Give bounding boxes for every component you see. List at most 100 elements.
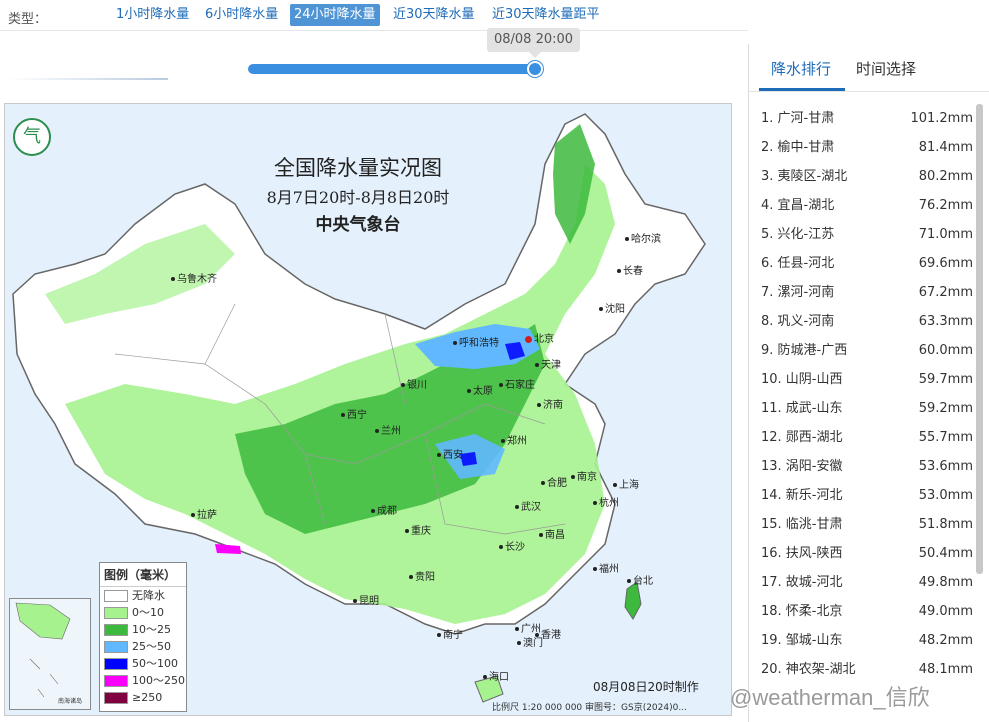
ranking-row[interactable]: 16. 扶风-陕西 50.4mm bbox=[761, 539, 973, 568]
legend-swatch bbox=[104, 640, 128, 653]
ranking-station: 16. 扶风-陕西 bbox=[761, 546, 843, 561]
ranking-row[interactable]: 9. 防城港-广西 60.0mm bbox=[761, 336, 973, 365]
city-label: 西安 bbox=[437, 446, 463, 461]
ranking-station: 6. 任县-河北 bbox=[761, 256, 835, 271]
ranking-value: 60.0mm bbox=[918, 343, 973, 358]
map-title: 全国降水量实况图 bbox=[274, 156, 442, 180]
ranking-value: 69.6mm bbox=[918, 256, 973, 271]
city-label: 南宁 bbox=[437, 626, 463, 641]
taiwan-island bbox=[624, 581, 642, 620]
ranking-station: 7. 漯河-河南 bbox=[761, 285, 835, 300]
active-tab-indicator bbox=[759, 88, 845, 91]
ranking-station: 15. 临洮-甘肃 bbox=[761, 517, 843, 532]
legend-swatch bbox=[104, 623, 128, 636]
time-tooltip: 08/08 20:00 bbox=[487, 28, 580, 58]
time-slider-row bbox=[0, 30, 748, 90]
ranking-value: 59.2mm bbox=[918, 401, 973, 416]
city-label: 长春 bbox=[617, 262, 643, 277]
legend-label: 50～100 bbox=[132, 657, 178, 670]
city-label: 贵阳 bbox=[409, 568, 435, 583]
city-label: 天津 bbox=[535, 356, 561, 371]
ranking-row[interactable]: 7. 漯河-河南 67.2mm bbox=[761, 278, 973, 307]
ranking-value: 81.4mm bbox=[918, 140, 973, 155]
city-label-capital: 北京 bbox=[525, 330, 554, 345]
legend-label: 0～10 bbox=[132, 606, 164, 619]
side-panel: 降水排行 时间选择 1. 广河-甘肃 101.2mm 2. 榆中-甘肃 81.4mm… bbox=[748, 44, 989, 722]
ranking-row[interactable]: 15. 临洮-甘肃 51.8mm bbox=[761, 510, 973, 539]
ranking-value: 49.0mm bbox=[918, 604, 973, 619]
ranking-row[interactable]: 19. 邹城-山东 48.2mm bbox=[761, 626, 973, 655]
city-label: 台北 bbox=[627, 572, 653, 587]
ranking-row[interactable]: 4. 宜昌-湖北 76.2mm bbox=[761, 191, 973, 220]
legend-item: 50～100 bbox=[100, 655, 186, 672]
city-label: 武汉 bbox=[515, 498, 541, 513]
tab-30d-anomaly[interactable]: 近30天降水量距平 bbox=[488, 4, 604, 26]
ranking-value: 53.0mm bbox=[918, 488, 973, 503]
panel-tabs: 降水排行 时间选择 bbox=[749, 44, 989, 92]
ranking-row[interactable]: 5. 兴化-江苏 71.0mm bbox=[761, 220, 973, 249]
city-label: 杭州 bbox=[593, 494, 619, 509]
tab-1h-precip[interactable]: 1小时降水量 bbox=[112, 4, 193, 26]
time-slider-handle[interactable] bbox=[527, 61, 543, 77]
ranking-station: 12. 郧西-湖北 bbox=[761, 430, 843, 445]
ranking-station: 10. 山阴-山西 bbox=[761, 372, 843, 387]
ranking-row[interactable]: 3. 夷陵区-湖北 80.2mm bbox=[761, 162, 973, 191]
ranking-station: 4. 宜昌-湖北 bbox=[761, 198, 835, 213]
city-label: 南京 bbox=[571, 468, 597, 483]
ranking-row[interactable]: 17. 故城-河北 49.8mm bbox=[761, 568, 973, 597]
legend-swatch bbox=[104, 691, 128, 704]
ranking-station: 3. 夷陵区-湖北 bbox=[761, 169, 848, 184]
ranking-row[interactable]: 1. 广河-甘肃 101.2mm bbox=[761, 104, 973, 133]
legend-label: ≥250 bbox=[132, 691, 163, 704]
legend-swatch bbox=[104, 657, 128, 670]
legend-swatch bbox=[104, 589, 128, 602]
legend-label: 25～50 bbox=[132, 640, 171, 653]
ranking-row[interactable]: 13. 涡阳-安徽 53.6mm bbox=[761, 452, 973, 481]
precipitation-map[interactable]: 气 全国降水量实况图 8月7日20时-8月8日20时 中央气象台 乌鲁木齐 哈尔… bbox=[4, 103, 732, 716]
ranking-value: 80.2mm bbox=[918, 169, 973, 184]
ranking-row[interactable]: 10. 山阴-山西 59.7mm bbox=[761, 365, 973, 394]
ranking-value: 63.3mm bbox=[918, 314, 973, 329]
city-label: 长沙 bbox=[499, 538, 525, 553]
tab-6h-precip[interactable]: 6小时降水量 bbox=[201, 4, 282, 26]
city-label: 上海 bbox=[613, 476, 639, 491]
ranking-row[interactable]: 6. 任县-河北 69.6mm bbox=[761, 249, 973, 278]
city-label: 乌鲁木齐 bbox=[171, 270, 217, 285]
city-label: 呼和浩特 bbox=[453, 334, 499, 349]
ranking-row[interactable]: 8. 巩义-河南 63.3mm bbox=[761, 307, 973, 336]
scale-text: 比例尺 1:20 000 000 审图号：GS京(2024)0... bbox=[492, 703, 687, 713]
ranking-value: 76.2mm bbox=[918, 198, 973, 213]
ranking-value: 50.4mm bbox=[918, 546, 973, 561]
legend-item: ≥250 bbox=[100, 689, 186, 706]
map-agency: 中央气象台 bbox=[315, 215, 401, 235]
legend-item: 0～10 bbox=[100, 604, 186, 621]
ranking-station: 18. 怀柔-北京 bbox=[761, 604, 843, 619]
ranking-row[interactable]: 2. 榆中-甘肃 81.4mm bbox=[761, 133, 973, 162]
ranking-list: 1. 广河-甘肃 101.2mm 2. 榆中-甘肃 81.4mm 3. 夷陵区-湖北… bbox=[761, 104, 973, 684]
tab-time-select[interactable]: 时间选择 bbox=[856, 58, 916, 79]
ranking-row[interactable]: 18. 怀柔-北京 49.0mm bbox=[761, 597, 973, 626]
ranking-station: 1. 广河-甘肃 bbox=[761, 111, 835, 126]
ranking-station: 9. 防城港-广西 bbox=[761, 343, 848, 358]
time-slider-track[interactable] bbox=[248, 64, 536, 74]
ranking-station: 19. 邹城-山东 bbox=[761, 633, 843, 648]
legend-label: 无降水 bbox=[132, 589, 165, 602]
legend-item: 10～25 bbox=[100, 621, 186, 638]
ranking-row[interactable]: 11. 成武-山东 59.2mm bbox=[761, 394, 973, 423]
city-label: 济南 bbox=[537, 396, 563, 411]
ranking-scrollbar[interactable] bbox=[976, 104, 983, 574]
inset-graphic bbox=[15, 602, 71, 698]
ranking-station: 14. 新乐-河北 bbox=[761, 488, 843, 503]
tab-30d-precip[interactable]: 近30天降水量 bbox=[389, 4, 479, 26]
city-label: 郑州 bbox=[501, 432, 527, 447]
tab-precip-ranking[interactable]: 降水排行 bbox=[771, 58, 831, 79]
city-label: 南昌 bbox=[539, 526, 565, 541]
ranking-row[interactable]: 14. 新乐-河北 53.0mm bbox=[761, 481, 973, 510]
type-selector-bar: 类型： 1小时降水量 6小时降水量 24小时降水量 近30天降水量 近30天降水… bbox=[0, 0, 989, 30]
ranking-station: 5. 兴化-江苏 bbox=[761, 227, 835, 242]
tab-24h-precip[interactable]: 24小时降水量 bbox=[290, 4, 380, 26]
legend-swatch bbox=[104, 606, 128, 619]
ranking-row[interactable]: 12. 郧西-湖北 55.7mm bbox=[761, 423, 973, 452]
inset-label: 南海诸岛 bbox=[58, 698, 83, 705]
city-label: 香港 bbox=[535, 626, 561, 641]
